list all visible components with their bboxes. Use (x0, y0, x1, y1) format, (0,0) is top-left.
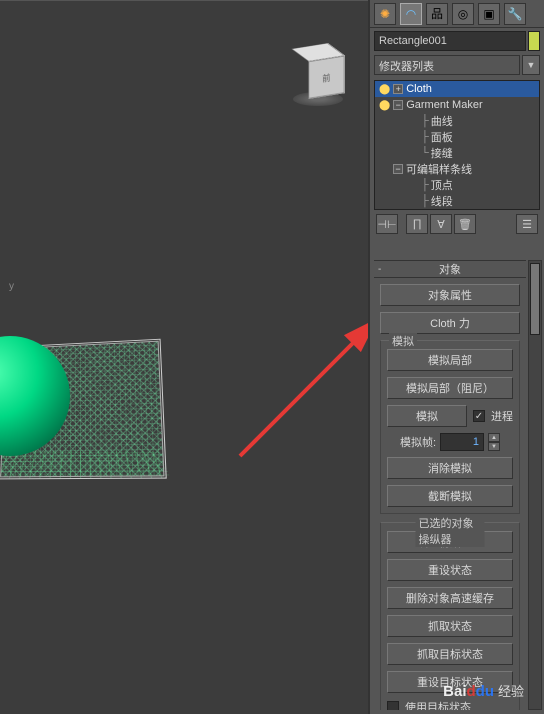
group-label: 已选的对象操纵器 (416, 515, 485, 547)
progress-checkbox[interactable]: ✓ (473, 410, 485, 422)
panel-scrollbar[interactable] (528, 260, 542, 710)
stack-label: Garment Maker (406, 99, 482, 111)
modifier-list-dropdown-arrow[interactable]: ▼ (522, 55, 540, 75)
remove-modifier-icon[interactable]: 🗑 (454, 214, 476, 234)
sim-frames-label: 模拟帧: (400, 434, 436, 450)
stack-sub-curve[interactable]: ├ 曲线 (375, 113, 539, 129)
tree-line-icon: └ (421, 147, 429, 159)
watermark-brand: Baiddu (443, 683, 494, 700)
stack-sub-panel[interactable]: ├ 面板 (375, 129, 539, 145)
display-tab-icon[interactable]: ▣ (478, 3, 500, 25)
create-tab-icon[interactable]: ✺ (374, 3, 396, 25)
simulate-button[interactable]: 模拟 (387, 405, 467, 427)
modifier-list-dropdown[interactable]: 修改器列表 (374, 55, 520, 75)
stack-sub-segment[interactable]: ├ 线段 (375, 193, 539, 209)
show-end-result-icon[interactable]: ∏ (406, 214, 428, 234)
annotation-arrow (230, 306, 390, 466)
watermark-suffix: 经验 (498, 681, 524, 700)
collapse-icon[interactable]: − (393, 100, 403, 110)
utilities-tab-icon[interactable]: 🔧 (504, 3, 526, 25)
make-unique-icon[interactable]: ∀ (430, 214, 452, 234)
lightbulb-icon[interactable]: ⬤ (379, 84, 390, 95)
modifier-stack[interactable]: ⬤ + Cloth ⬤ − Garment Maker ├ 曲线 ├ 面板 └ … (374, 80, 540, 210)
rollout-title: 对象 (439, 261, 461, 277)
lightbulb-icon[interactable]: ⬤ (379, 100, 390, 111)
configure-modifier-sets-icon[interactable]: ☰ (516, 214, 538, 234)
object-properties-button[interactable]: 对象属性 (380, 284, 520, 306)
viewcube[interactable]: 前 (288, 41, 348, 101)
axis-y-label: y (9, 281, 14, 292)
modify-tab-icon[interactable]: ◠ (400, 3, 422, 25)
watermark: Baiddu 经验 (443, 681, 524, 700)
stack-label: 面板 (431, 129, 453, 145)
command-panel: ✺ ◠ 品 ◎ ▣ 🔧 修改器列表 ▼ ⬤ + Cloth ⬤ − Garmen… (368, 0, 544, 714)
stack-label: 可编辑样条线 (406, 161, 472, 177)
tree-line-icon: ├ (421, 195, 429, 207)
group-label: 模拟 (389, 333, 417, 349)
pin-stack-icon[interactable]: ⊣⊢ (376, 214, 398, 234)
grab-state-button[interactable]: 抓取状态 (387, 615, 513, 637)
stack-label: 接缝 (431, 145, 453, 161)
tree-line-icon: ├ (421, 179, 429, 191)
object-name-field[interactable] (374, 31, 526, 51)
rollout-header-object[interactable]: - 对象 (374, 260, 526, 278)
tree-line-icon: ├ (421, 131, 429, 143)
expand-icon[interactable]: + (393, 84, 403, 94)
sim-frames-spinner[interactable]: ▲▼ (488, 433, 500, 451)
hierarchy-tab-icon[interactable]: 品 (426, 3, 448, 25)
cloth-force-button[interactable]: Cloth 力 (380, 312, 520, 334)
stack-item-cloth[interactable]: ⬤ + Cloth (375, 81, 539, 97)
truncate-simulation-button[interactable]: 截断模拟 (387, 485, 513, 507)
viewcube-cube[interactable]: 前 (300, 49, 336, 92)
rollout-toggle-icon: - (378, 264, 381, 275)
rollout-area: - 对象 对象属性 Cloth 力 模拟 模拟局部 模拟局部（阻尼） 模拟 ✓ … (374, 260, 526, 710)
collapse-icon[interactable]: − (393, 164, 403, 174)
object-color-swatch[interactable] (528, 31, 540, 51)
stack-toolbar: ⊣⊢ ∏ ∀ 🗑 ☰ (374, 213, 540, 235)
stack-label: 线段 (431, 193, 453, 209)
tree-line-icon: ├ (421, 115, 429, 127)
command-panel-tabs: ✺ ◠ 品 ◎ ▣ 🔧 (370, 0, 544, 28)
erase-simulation-button[interactable]: 消除模拟 (387, 457, 513, 479)
viewcube-front[interactable]: 前 (308, 56, 344, 99)
simulate-group: 模拟 模拟局部 模拟局部（阻尼） 模拟 ✓ 进程 模拟帧: 1 ▲▼ 消除模拟 … (380, 340, 520, 514)
stack-label: 曲线 (431, 113, 453, 129)
stack-item-editable-spline[interactable]: − 可编辑样条线 (375, 161, 539, 177)
grab-target-state-button[interactable]: 抓取目标状态 (387, 643, 513, 665)
sim-frames-field[interactable]: 1 (440, 433, 484, 451)
stack-label: 顶点 (431, 177, 453, 193)
stack-sub-seam[interactable]: └ 接缝 (375, 145, 539, 161)
delete-cache-button[interactable]: 删除对象高速缓存 (387, 587, 513, 609)
viewport-3d[interactable]: y 前 (0, 0, 368, 714)
progress-label: 进程 (491, 408, 513, 424)
reset-state-button[interactable]: 重设状态 (387, 559, 513, 581)
simulate-local-button[interactable]: 模拟局部 (387, 349, 513, 371)
stack-item-garment[interactable]: ⬤ − Garment Maker (375, 97, 539, 113)
stack-sub-vertex[interactable]: ├ 顶点 (375, 177, 539, 193)
simulate-local-damped-button[interactable]: 模拟局部（阻尼） (387, 377, 513, 399)
motion-tab-icon[interactable]: ◎ (452, 3, 474, 25)
use-target-checkbox[interactable] (387, 701, 399, 710)
use-target-label: 使用目标状态 (405, 699, 471, 710)
stack-label: Cloth (406, 83, 432, 95)
